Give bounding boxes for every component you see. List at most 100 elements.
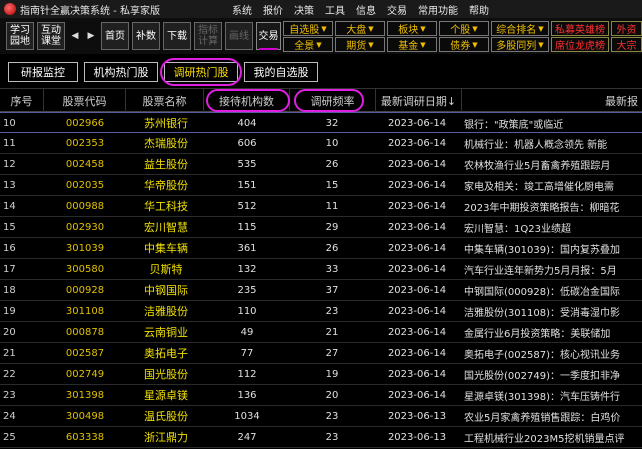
row-number: 22 [3,368,16,380]
stock-name: 奥拓电子 [144,347,188,360]
institution-count: 151 [237,179,257,191]
stock-code: 000878 [65,326,105,338]
menu-decision[interactable]: 决策 [294,2,314,17]
menu-quote[interactable]: 报价 [263,2,283,17]
latest-report: 金属行业6月投资策略：美联储加 [464,328,611,340]
download-button[interactable]: 下载 [163,22,191,50]
table-row[interactable]: 15 002930 宏川智慧 115 29 2023-06-14 宏川智慧：1Q23业绩超 [0,217,642,238]
quick-stock[interactable]: 个股 ▼ [439,21,489,36]
indicator-calc-button[interactable]: 指标 计算 [194,22,222,50]
table-row[interactable]: 18 000928 中钢国际 235 37 2023-06-14 中钢国际(000928)：… [0,280,642,301]
right-arrow-icon[interactable]: ▶ [84,22,98,50]
institution-count: 235 [237,284,257,296]
table-row[interactable]: 24 300498 温氏股份 1034 23 2023-06-13 农业5月家禽养殖销售跟踪… [0,406,642,427]
stock-code: 002353 [65,137,105,149]
supplement-data-button[interactable]: 补数 [132,22,160,50]
survey-frequency: 33 [325,263,339,275]
survey-frequency: 29 [325,221,339,233]
quick-foreign[interactable]: 外资 [611,21,642,36]
stock-name: 杰瑞股份 [144,137,188,150]
caret-down-icon: ▼ [316,40,322,49]
survey-frequency: 27 [325,347,339,359]
row-number: 23 [3,389,16,401]
latest-report: 奥拓电子(002587)：核心视讯业务 [464,349,620,361]
quick-sector[interactable]: 板块 ▼ [387,21,437,36]
quick-watchlist[interactable]: 自选股 ▼ [283,21,333,36]
table-row[interactable]: 19 301108 洁雅股份 110 23 2023-06-14 洁雅股份(301108)：… [0,301,642,322]
menu-trade[interactable]: 交易 [387,2,407,17]
table-row[interactable]: 16 301039 中集车辆 361 26 2023-06-14 中集车辆(301039)：… [0,238,642,259]
row-number: 18 [3,284,16,296]
latest-report: 农林牧渔行业5月畜禽养殖跟踪月 [464,160,611,172]
latest-survey-date: 2023-06-14 [387,221,447,233]
table-row[interactable]: 13 002035 华帝股份 151 15 2023-06-14 家电及相关：竣工高增催化厨… [0,175,642,196]
trade-button[interactable]: 交易 [256,22,281,50]
institution-count: 512 [237,200,257,212]
institution-count: 606 [237,137,257,149]
table-row[interactable]: 20 000878 云南铜业 49 21 2023-06-14 金属行业6月投资策略：美联储… [0,322,642,343]
table-row[interactable]: 10 002966 苏州银行 404 32 2023-06-14 银行："政策底"或临近 [0,112,642,133]
quick-panorama[interactable]: 全景 ▼ [283,37,333,52]
col-header-name[interactable]: 股票名称 [126,89,204,112]
interact-class-button[interactable]: 互动 课堂 [37,22,65,50]
quick-futures[interactable]: 期货 ▼ [335,37,385,52]
stock-code: 002930 [65,221,105,233]
table-body: 10 002966 苏州银行 404 32 2023-06-14 银行："政策底"或临近 11… [0,112,642,449]
quick-ranking[interactable]: 综合排名 ▼ [491,21,549,36]
menu-tools[interactable]: 工具 [325,2,345,17]
row-number: 20 [3,326,16,338]
stock-name: 华工科技 [144,200,188,213]
table-row[interactable]: 22 002749 国光股份 112 19 2023-06-14 国光股份(002749)：… [0,364,642,385]
home-button[interactable]: 首页 [101,22,129,50]
tab-institution-hot[interactable]: 机构热门股 [84,62,158,82]
tab-row: 研报监控 机构热门股 调研热门股 我的自选股 [0,54,642,88]
stock-code: 002749 [65,368,105,380]
study-button[interactable]: 学习 园地 [6,22,34,50]
col-header-no[interactable]: 序号 [0,89,44,112]
col-header-latest-report[interactable]: 最新报 [462,89,642,112]
table-row[interactable]: 14 000988 华工科技 512 11 2023-06-14 2023年中期投资策略报告… [0,196,642,217]
menu-common[interactable]: 常用功能 [418,2,458,17]
quick-private-fund[interactable]: 私募英雄榜 [551,21,609,36]
tab-survey-hot[interactable]: 调研热门股 [164,62,238,82]
tab-report-monitor[interactable]: 研报监控 [8,62,78,82]
stock-code: 301039 [65,242,105,254]
menu-help[interactable]: 帮助 [469,2,489,17]
survey-frequency: 23 [325,410,339,422]
latest-report: 银行："政策底"或临近 [464,119,564,131]
col-header-frequency[interactable]: 调研频率 [290,89,376,112]
institution-count: 112 [237,368,257,380]
latest-report: 中集车辆(301039)：国内复苏叠加 [464,244,620,256]
left-arrow-icon[interactable]: ◀ [68,22,82,50]
table-row[interactable]: 21 002587 奥拓电子 77 27 2023-06-14 奥拓电子(002587)：核… [0,343,642,364]
quick-block-trade[interactable]: 大宗 [611,37,642,52]
tab-my-watchlist[interactable]: 我的自选股 [244,62,318,82]
latest-report: 汽车行业连年新势力5月月报：5月 [464,265,617,277]
quick-dragon-tiger[interactable]: 席位龙虎榜 [551,37,609,52]
latest-report: 机械行业：机器人概念领先 新能 [464,139,608,151]
menu-info[interactable]: 信息 [356,2,376,17]
menu-system[interactable]: 系统 [232,2,252,17]
table-row[interactable]: 12 002458 益生股份 535 26 2023-06-14 农林牧渔行业5月畜禽养殖跟… [0,154,642,175]
row-number: 17 [3,263,16,275]
table-row[interactable]: 25 603338 浙江鼎力 247 23 2023-06-13 工程机械行业2023M5挖… [0,427,642,448]
col-header-institutions[interactable]: 接待机构数 [204,89,290,112]
survey-frequency: 10 [325,137,339,149]
stock-code: 000988 [65,200,105,212]
survey-frequency: 26 [325,158,339,170]
table-row[interactable]: 11 002353 杰瑞股份 606 10 2023-06-14 机械行业：机器人概念领先 … [0,133,642,154]
table-row[interactable]: 23 301398 星源卓镁 136 20 2023-06-14 星源卓镁(301398)：… [0,385,642,406]
col-header-code[interactable]: 股票代码 [44,89,126,112]
row-number: 14 [3,200,16,212]
table-row[interactable]: 17 300580 贝斯特 132 33 2023-06-14 汽车行业连年新势力5月月报：… [0,259,642,280]
quick-bond[interactable]: 债券 ▼ [439,37,489,52]
col-header-latest-date[interactable]: 最新调研日期↓ [376,89,462,112]
quick-market[interactable]: 大盘 ▼ [335,21,385,36]
app-title: 指南针全赢决策系统 - 私享家版 [20,5,160,17]
survey-frequency: 21 [325,326,339,338]
latest-survey-date: 2023-06-14 [387,200,447,212]
quick-fund[interactable]: 基金 ▼ [387,37,437,52]
draw-line-button[interactable]: 画线 [225,22,253,50]
quick-multi-stock[interactable]: 多股同列 ▼ [491,37,549,52]
stock-code: 603338 [65,431,105,443]
